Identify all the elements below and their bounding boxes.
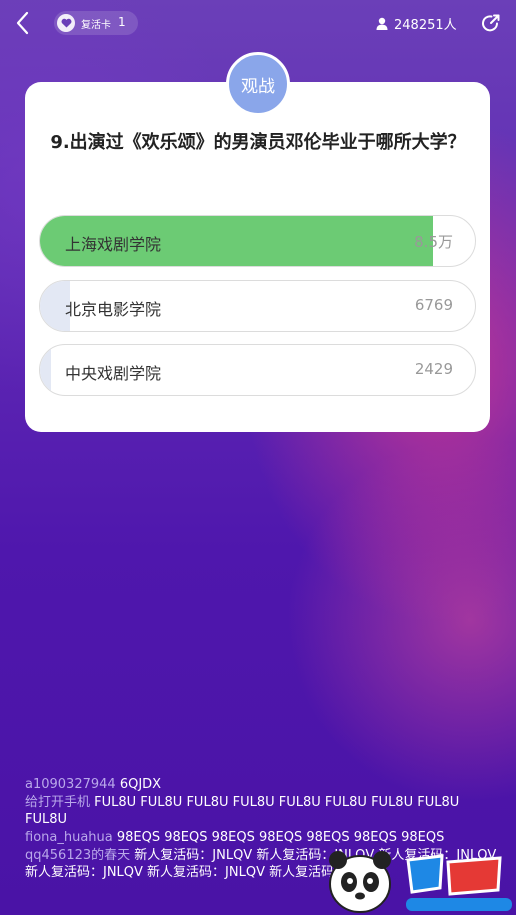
answer-option: 上海戏剧学院 8.5万 (39, 215, 476, 267)
answer-option: 北京电影学院 6769 (39, 280, 476, 332)
heart-icon (57, 14, 75, 32)
chat-text: 6QJDX (115, 777, 162, 792)
chat-username: fiona_huahua (25, 830, 113, 845)
share-icon[interactable] (480, 12, 502, 34)
answer-label: 中央戏剧学院 (65, 364, 162, 383)
chat-message: a1090327944 6QJDX (25, 776, 505, 793)
viewer-count: 248251人 (376, 14, 457, 33)
chat-message: fiona_huahua 98EQS 98EQS 98EQS 98EQS 98E… (25, 829, 505, 846)
chat-username: a1090327944 (25, 777, 116, 792)
revive-card-label: 复活卡 (81, 20, 111, 31)
chat-username: 给打开手机 (25, 795, 91, 810)
revive-card-count: 1 (118, 15, 126, 29)
spectator-badge: 观战 (226, 52, 290, 116)
revive-card-pill[interactable]: 复活卡 1 (54, 11, 138, 35)
chat-message: 给打开手机 FUL8U FUL8U FUL8U FUL8U FUL8U FUL8… (25, 794, 505, 828)
answer-label: 上海戏剧学院 (65, 235, 162, 254)
question-text: 9.出演过《欢乐颂》的男演员邓伦毕业于哪所大学？ (50, 132, 466, 153)
watermark-logo (329, 851, 512, 913)
answer-votes: 6769 (414, 296, 453, 314)
vote-fill-bar (40, 345, 51, 395)
chat-text: 98EQS 98EQS 98EQS 98EQS 98EQS 98EQS 98EQ… (112, 830, 445, 845)
chat-username: qq456123的春天 (25, 848, 131, 863)
answer-option: 中央戏剧学院 2429 (39, 344, 476, 396)
answer-votes: 8.5万 (414, 233, 453, 251)
viewer-count-text: 248251人 (394, 17, 457, 33)
back-icon[interactable] (12, 10, 36, 36)
user-icon (376, 17, 388, 30)
answer-label: 北京电影学院 (65, 300, 162, 319)
answer-votes: 2429 (414, 360, 453, 378)
chat-text: FUL8U FUL8U FUL8U FUL8U FUL8U FUL8U FUL8… (25, 795, 460, 827)
top-bar: 复活卡 1 248251人 (0, 0, 516, 46)
